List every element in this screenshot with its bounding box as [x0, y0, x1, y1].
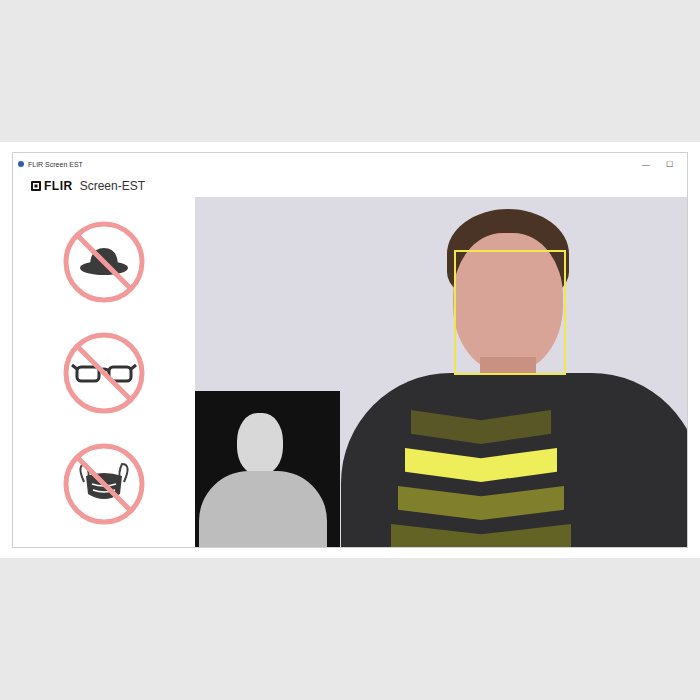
title-bar: FLIR Screen EST — ☐: [13, 153, 687, 175]
chevron: [398, 486, 564, 520]
chevron: [411, 410, 551, 444]
instructions-panel: [13, 197, 195, 547]
logo-product: Screen-EST: [80, 179, 145, 193]
window-control[interactable]: —: [636, 160, 656, 169]
screenshot-strip: FLIR Screen EST — ☐ FLIR Screen-EST: [0, 142, 700, 558]
thermal-view: [195, 391, 340, 547]
flir-logo-icon: [31, 181, 41, 191]
window-title: FLIR Screen EST: [28, 161, 83, 168]
position-guide: [390, 410, 572, 547]
chevron: [405, 448, 557, 482]
app-icon: [18, 161, 24, 167]
face-detection-box: [454, 250, 566, 375]
no-glasses-icon: [62, 331, 146, 415]
logo-brand: FLIR: [44, 179, 73, 193]
thermal-head: [237, 413, 283, 475]
no-hat-icon: [62, 220, 146, 304]
person-head: [453, 233, 563, 373]
app-window: FLIR Screen EST — ☐ FLIR Screen-EST: [12, 152, 688, 548]
thermal-body: [199, 471, 327, 547]
bottom-band: [0, 558, 700, 700]
camera-view: [195, 197, 687, 547]
window-control[interactable]: ☐: [660, 160, 679, 169]
content: [13, 197, 687, 547]
logo-row: FLIR Screen-EST: [13, 175, 687, 197]
top-band: [0, 0, 700, 142]
page: FLIR Screen EST — ☐ FLIR Screen-EST: [0, 0, 700, 700]
no-mask-icon: [62, 442, 146, 526]
chevron: [391, 524, 571, 547]
